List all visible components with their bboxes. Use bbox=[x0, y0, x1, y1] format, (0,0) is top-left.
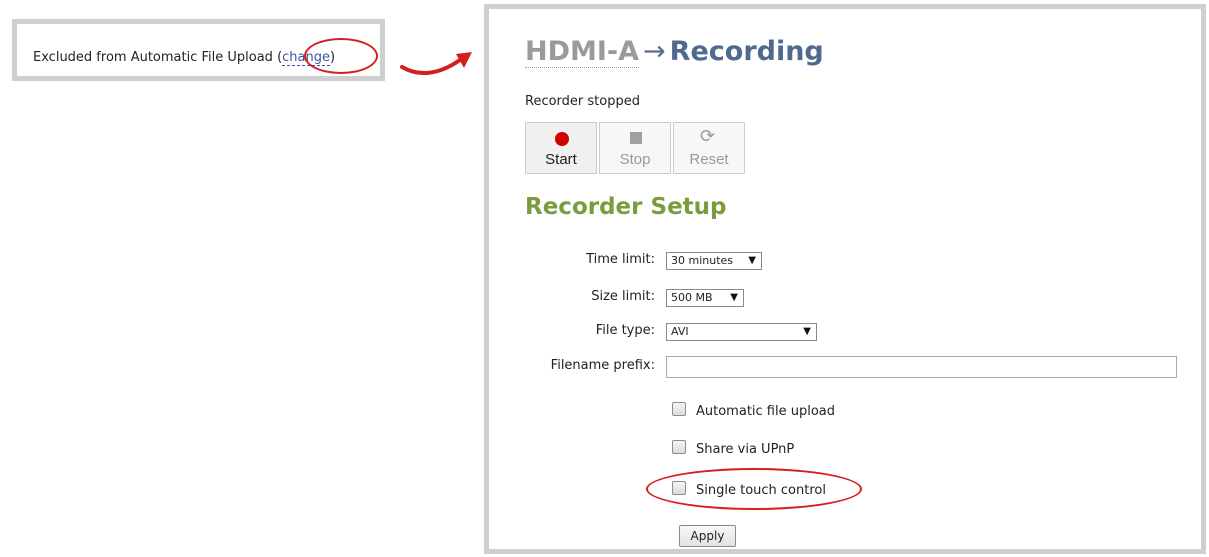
size-limit-select[interactable]: 500 MB ▼ bbox=[666, 289, 744, 307]
reset-label: Reset bbox=[689, 151, 729, 168]
size-limit-label: Size limit: bbox=[591, 289, 655, 304]
share-upnp-option[interactable]: Share via UPnP bbox=[672, 440, 794, 457]
highlight-circle bbox=[304, 38, 378, 74]
share-upnp-checkbox[interactable] bbox=[672, 440, 686, 454]
upload-exclusion-text: Excluded from Automatic File Upload (cha… bbox=[33, 50, 335, 66]
recorder-status: Recorder stopped bbox=[525, 94, 640, 109]
share-upnp-label: Share via UPnP bbox=[696, 442, 795, 457]
filename-prefix-input[interactable] bbox=[666, 356, 1177, 378]
stop-square-icon bbox=[630, 132, 642, 144]
exclusion-text-prefix: Excluded from Automatic File Upload ( bbox=[33, 50, 283, 65]
recorder-setup-heading: Recorder Setup bbox=[525, 194, 727, 220]
file-type-select[interactable]: AVI ▼ bbox=[666, 323, 817, 341]
dropdown-caret-icon: ▼ bbox=[748, 255, 756, 266]
refresh-icon: ⟳ bbox=[700, 126, 716, 147]
filename-prefix-label: Filename prefix: bbox=[550, 358, 655, 373]
time-limit-value: 30 minutes bbox=[671, 254, 734, 267]
record-dot-icon bbox=[555, 132, 569, 146]
reset-button[interactable]: ⟳ Reset bbox=[673, 122, 745, 174]
pointer-arrow-icon bbox=[400, 52, 472, 76]
time-limit-select[interactable]: 30 minutes ▼ bbox=[666, 252, 762, 270]
recording-panel: HDMI-A → Recording Recorder stopped Start … bbox=[484, 4, 1206, 554]
breadcrumb-parent-link[interactable]: HDMI-A bbox=[525, 36, 640, 68]
automatic-upload-option[interactable]: Automatic file upload bbox=[672, 402, 835, 419]
breadcrumb-separator-icon: → bbox=[643, 36, 666, 67]
recorder-controls: Start Stop ⟳ Reset bbox=[525, 122, 747, 174]
time-limit-label: Time limit: bbox=[586, 252, 655, 267]
file-type-value: AVI bbox=[671, 325, 689, 338]
automatic-upload-checkbox[interactable] bbox=[672, 402, 686, 416]
file-type-label: File type: bbox=[595, 323, 655, 338]
stop-button[interactable]: Stop bbox=[599, 122, 671, 174]
page-title: Recording bbox=[669, 36, 824, 67]
size-limit-value: 500 MB bbox=[671, 291, 713, 304]
breadcrumb: HDMI-A → Recording bbox=[525, 36, 824, 68]
automatic-upload-label: Automatic file upload bbox=[696, 404, 836, 419]
start-button[interactable]: Start bbox=[525, 122, 597, 174]
highlight-circle bbox=[646, 468, 862, 510]
callout-box: Excluded from Automatic File Upload (cha… bbox=[12, 19, 385, 81]
stop-label: Stop bbox=[619, 151, 651, 168]
dropdown-caret-icon: ▼ bbox=[730, 292, 738, 303]
apply-button[interactable]: Apply bbox=[679, 525, 736, 547]
start-label: Start bbox=[545, 151, 577, 168]
dropdown-caret-icon: ▼ bbox=[803, 326, 811, 337]
